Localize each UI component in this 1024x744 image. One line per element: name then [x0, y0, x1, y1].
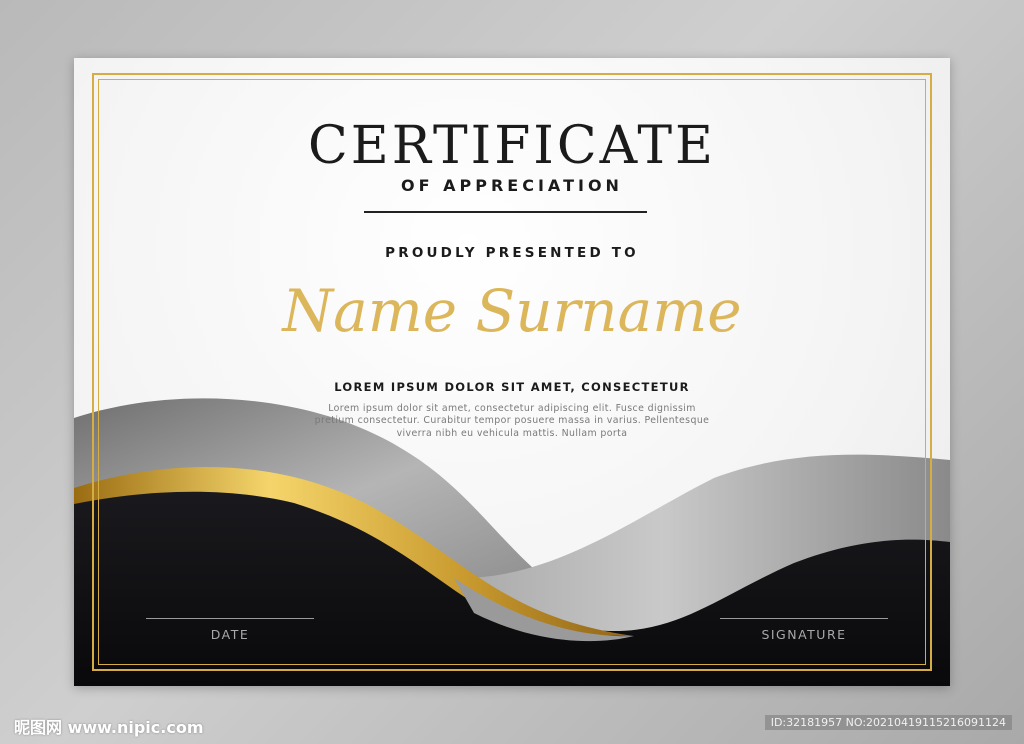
signature-label: SIGNATURE	[761, 627, 847, 642]
recipient-name: Name Surname	[282, 277, 742, 345]
description-body: Lorem ipsum dolor sit amet, consectetur …	[314, 403, 710, 439]
date-label: DATE	[210, 627, 250, 642]
watermark-id: ID:32181957 NO:20210419115216091124	[764, 715, 1012, 730]
presented-to-label: PROUDLY PRESENTED TO	[385, 245, 639, 261]
certificate-title: CERTIFICATE	[308, 116, 716, 176]
description-heading: LOREM IPSUM DOLOR SIT AMET, CONSECTETUR	[334, 380, 690, 394]
title-divider	[364, 211, 647, 213]
signature-line	[720, 618, 888, 619]
certificate-card: CERTIFICATE OF APPRECIATION PROUDLY PRES…	[74, 58, 950, 686]
watermark-site: 昵图网 www.nipic.com	[14, 718, 204, 737]
certificate-subtitle: OF APPRECIATION	[401, 176, 623, 195]
date-line	[146, 618, 314, 619]
